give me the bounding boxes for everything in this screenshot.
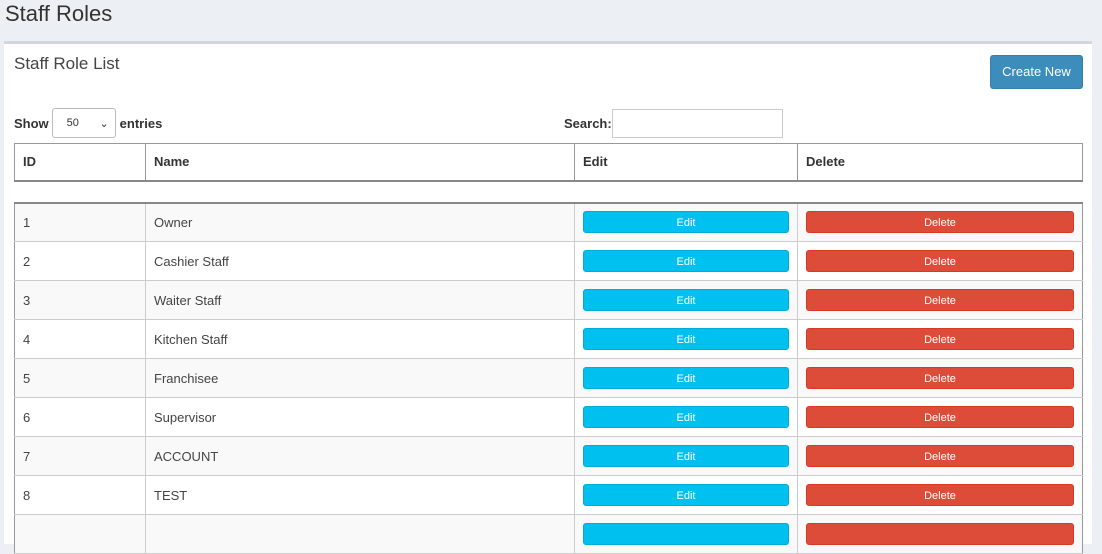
edit-button[interactable]: Edit bbox=[583, 484, 789, 506]
entries-value: 50 bbox=[66, 117, 79, 129]
box-title: Staff Role List bbox=[14, 54, 120, 73]
cell-edit: Edit bbox=[574, 319, 798, 359]
header-edit[interactable]: Edit bbox=[574, 143, 798, 182]
edit-button[interactable]: Edit bbox=[583, 445, 789, 467]
delete-button[interactable]: Delete bbox=[806, 328, 1074, 350]
cell-delete bbox=[797, 514, 1083, 554]
edit-button[interactable]: Edit bbox=[583, 250, 789, 272]
cell-name: Franchisee bbox=[145, 358, 575, 398]
cell-delete: Delete bbox=[797, 201, 1083, 242]
cell-name bbox=[145, 514, 575, 554]
search-control: Search: bbox=[564, 108, 783, 138]
search-input[interactable] bbox=[611, 108, 783, 138]
cell-id: 2 bbox=[14, 241, 146, 281]
cell-delete: Delete bbox=[797, 241, 1083, 281]
cell-id: 7 bbox=[14, 436, 146, 476]
cell-edit: Edit bbox=[574, 397, 798, 437]
cell-edit bbox=[574, 514, 798, 554]
entries-select[interactable]: 50 ⌄ bbox=[51, 108, 116, 138]
delete-button[interactable]: Delete bbox=[806, 484, 1074, 506]
delete-button[interactable]: Delete bbox=[806, 445, 1074, 467]
cell-name: Supervisor bbox=[145, 397, 575, 437]
cell-name: Waiter Staff bbox=[145, 280, 575, 320]
delete-button[interactable] bbox=[806, 523, 1074, 545]
delete-button[interactable]: Delete bbox=[806, 211, 1074, 234]
cell-edit: Edit bbox=[574, 280, 798, 320]
header-id[interactable]: ID bbox=[14, 143, 146, 182]
search-label: Search: bbox=[564, 115, 612, 131]
table-row: 4 Kitchen Staff Edit Delete bbox=[14, 319, 1083, 359]
edit-button[interactable]: Edit bbox=[583, 367, 789, 389]
cell-delete: Delete bbox=[797, 397, 1083, 437]
cell-delete: Delete bbox=[797, 319, 1083, 359]
cell-edit: Edit bbox=[574, 201, 798, 242]
cell-name: ACCOUNT bbox=[145, 436, 575, 476]
chevron-down-icon: ⌄ bbox=[99, 117, 109, 130]
entries-label: entries bbox=[119, 115, 163, 131]
cell-edit: Edit bbox=[574, 475, 798, 515]
table-row: 5 Franchisee Edit Delete bbox=[14, 358, 1083, 398]
staff-role-box: Staff Role List Create New Show 50 ⌄ ent… bbox=[4, 41, 1092, 554]
edit-button[interactable]: Edit bbox=[583, 406, 789, 428]
delete-button[interactable]: Delete bbox=[806, 289, 1074, 311]
create-new-button[interactable]: Create New bbox=[990, 55, 1083, 89]
cell-delete: Delete bbox=[797, 475, 1083, 515]
delete-button[interactable]: Delete bbox=[806, 250, 1074, 272]
edit-button[interactable]: Edit bbox=[583, 211, 789, 234]
show-label: Show bbox=[14, 115, 49, 131]
edit-button[interactable]: Edit bbox=[583, 328, 789, 350]
table-row: 2 Cashier Staff Edit Delete bbox=[14, 241, 1083, 281]
table-row: 7 ACCOUNT Edit Delete bbox=[14, 436, 1083, 476]
cell-delete: Delete bbox=[797, 280, 1083, 320]
cell-name: Kitchen Staff bbox=[145, 319, 575, 359]
cell-id: 4 bbox=[14, 319, 146, 359]
edit-button[interactable]: Edit bbox=[583, 289, 789, 311]
show-entries-control: Show 50 ⌄ entries bbox=[14, 108, 162, 138]
table-row: 8 TEST Edit Delete bbox=[14, 475, 1083, 515]
table-row: 1 Owner Edit Delete bbox=[14, 201, 1083, 242]
staff-role-table: ID Name Edit Delete 1 Owner Edit Delete 2 Cas… bbox=[14, 143, 1083, 554]
edit-button[interactable] bbox=[583, 523, 789, 545]
cell-edit: Edit bbox=[574, 241, 798, 281]
delete-button[interactable]: Delete bbox=[806, 406, 1074, 428]
page-title: Staff Roles bbox=[5, 1, 113, 26]
cell-delete: Delete bbox=[797, 358, 1083, 398]
cell-name: Owner bbox=[145, 201, 575, 242]
cell-edit: Edit bbox=[574, 436, 798, 476]
cell-id: 1 bbox=[14, 201, 146, 242]
cell-id: 6 bbox=[14, 397, 146, 437]
table-row: 6 Supervisor Edit Delete bbox=[14, 397, 1083, 437]
table-header-row: ID Name Edit Delete bbox=[14, 143, 1083, 182]
cell-name: TEST bbox=[145, 475, 575, 515]
cell-id: 5 bbox=[14, 358, 146, 398]
table-row: 3 Waiter Staff Edit Delete bbox=[14, 280, 1083, 320]
cell-name: Cashier Staff bbox=[145, 241, 575, 281]
table-row bbox=[14, 514, 1083, 554]
delete-button[interactable]: Delete bbox=[806, 367, 1074, 389]
cell-delete: Delete bbox=[797, 436, 1083, 476]
header-delete[interactable]: Delete bbox=[797, 143, 1083, 182]
cell-id: 3 bbox=[14, 280, 146, 320]
cell-edit: Edit bbox=[574, 358, 798, 398]
cell-id bbox=[14, 514, 146, 554]
cell-id: 8 bbox=[14, 475, 146, 515]
header-name[interactable]: Name bbox=[145, 143, 575, 182]
